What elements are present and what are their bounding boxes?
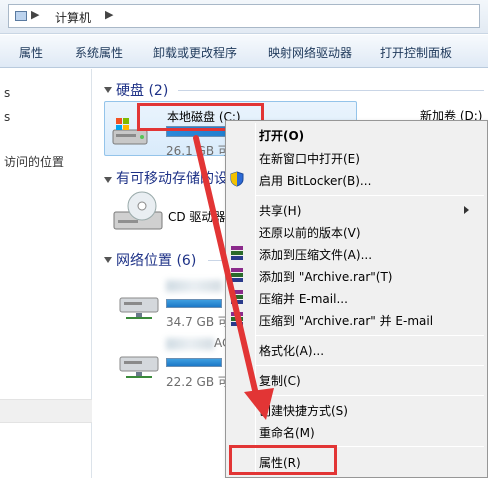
- cd-drive-label[interactable]: CD 驱动器: [168, 208, 225, 225]
- network-drive-icon: [119, 297, 159, 319]
- winrar-icon: [231, 246, 243, 260]
- group-divider: [208, 260, 226, 261]
- menu-item-compress-rar-and-email[interactable]: 压缩到 "Archive.rar" 并 E-mail: [259, 312, 433, 329]
- blurred-network-name: [166, 280, 222, 292]
- nav-item-selected[interactable]: [0, 399, 92, 423]
- group-header-hard-disks[interactable]: 硬盘 (2): [116, 80, 168, 100]
- menu-item-add-to-archive-rar[interactable]: 添加到 "Archive.rar"(T): [259, 268, 392, 285]
- menu-item-open[interactable]: 打开(O): [259, 127, 304, 144]
- menu-item-rename[interactable]: 重命名(M): [259, 424, 315, 441]
- collapse-icon[interactable]: [104, 87, 112, 93]
- menu-item-bitlocker[interactable]: 启用 BitLocker(B)...: [259, 172, 371, 189]
- collapse-icon[interactable]: [104, 257, 112, 263]
- menu-item-compress-and-email[interactable]: 压缩并 E-mail...: [259, 290, 348, 307]
- breadcrumb-chevron-icon[interactable]: ▶: [31, 8, 39, 21]
- network-drive-free-space: 22.2 GB 可: [166, 375, 230, 389]
- network-drive-free-space: 34.7 GB 可: [166, 315, 230, 329]
- menu-item-format[interactable]: 格式化(A)...: [259, 342, 324, 359]
- menu-separator: [256, 195, 484, 196]
- nav-item-fragment[interactable]: s: [4, 110, 10, 124]
- shield-icon: [230, 171, 244, 187]
- computer-icon: [15, 11, 27, 21]
- nav-item-fragment[interactable]: s: [4, 86, 10, 100]
- menu-item-share[interactable]: 共享(H): [259, 202, 301, 219]
- group-divider: [178, 90, 484, 91]
- winrar-icon: [231, 312, 243, 326]
- menu-separator: [256, 395, 484, 396]
- uninstall-program-command[interactable]: 卸载或更改程序: [153, 44, 237, 61]
- command-bar: 属性 系统属性 卸载或更改程序 映射网络驱动器 打开控制面板: [0, 35, 488, 68]
- map-network-drive-command[interactable]: 映射网络驱动器: [268, 44, 352, 61]
- navigation-pane: s s 访问的位置: [0, 69, 92, 478]
- winrar-icon: [231, 290, 243, 304]
- winrar-icon: [231, 268, 243, 282]
- group-header-removable-storage[interactable]: 有可移动存储的设: [116, 168, 228, 188]
- address-bar: ▶ 计算机 ▶: [0, 0, 488, 34]
- system-properties-command[interactable]: 系统属性: [75, 44, 123, 61]
- menu-item-open-new-window[interactable]: 在新窗口中打开(E): [259, 150, 360, 167]
- nav-item-recent-places[interactable]: 访问的位置: [4, 153, 64, 170]
- open-control-panel-command[interactable]: 打开控制面板: [380, 44, 452, 61]
- submenu-arrow-icon: [464, 206, 469, 214]
- menu-item-copy[interactable]: 复制(C): [259, 372, 301, 389]
- properties-command[interactable]: 属性: [19, 44, 43, 61]
- breadcrumb-computer[interactable]: 计算机: [55, 9, 91, 26]
- menu-item-restore-previous-versions[interactable]: 还原以前的版本(V): [259, 224, 361, 241]
- context-menu-gutter: [255, 123, 256, 475]
- group-header-network-locations[interactable]: 网络位置 (6): [116, 250, 196, 270]
- address-box[interactable]: ▶ 计算机 ▶: [8, 4, 480, 28]
- network-drive-usage-bar: [166, 358, 222, 367]
- blurred-network-name: [166, 338, 214, 350]
- menu-item-add-to-archive[interactable]: 添加到压缩文件(A)...: [259, 246, 372, 263]
- menu-separator: [256, 335, 484, 336]
- drive-c-free-space: 26.1 GB 可: [166, 144, 230, 158]
- menu-separator: [256, 365, 484, 366]
- network-drive-icon: [119, 356, 159, 378]
- highlight-box-properties: [229, 445, 337, 475]
- menu-item-create-shortcut[interactable]: 创建快捷方式(S): [259, 402, 348, 419]
- collapse-icon[interactable]: [104, 177, 112, 183]
- breadcrumb-chevron-icon[interactable]: ▶: [105, 8, 113, 21]
- cd-drive-icon: [113, 191, 163, 230]
- network-drive-usage-bar: [166, 299, 222, 308]
